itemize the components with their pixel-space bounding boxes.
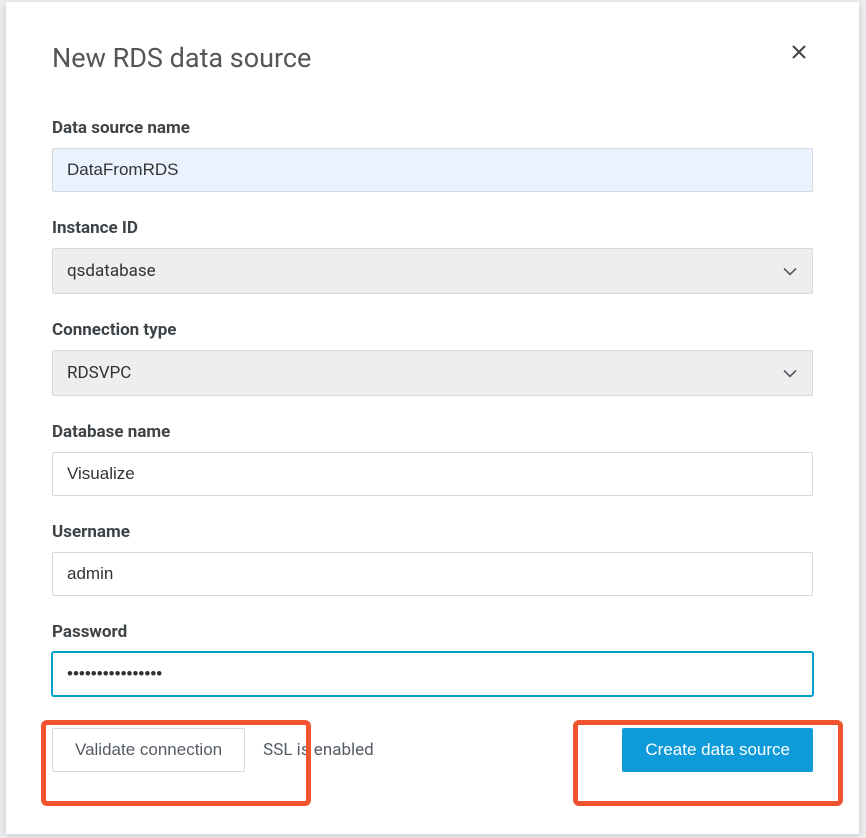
close-icon	[791, 40, 807, 65]
modal-footer: Validate connection SSL is enabled Creat…	[52, 728, 813, 772]
database-name-label: Database name	[52, 422, 813, 442]
field-database-name: Database name	[52, 422, 813, 496]
connection-type-label: Connection type	[52, 320, 813, 340]
username-input[interactable]	[52, 552, 813, 596]
modal-header: New RDS data source	[52, 42, 813, 74]
create-data-source-button[interactable]: Create data source	[622, 728, 813, 772]
close-button[interactable]	[785, 42, 813, 64]
modal-title: New RDS data source	[52, 42, 311, 74]
field-username: Username	[52, 522, 813, 596]
instance-id-select[interactable]: qsdatabase	[52, 248, 813, 294]
validate-connection-button[interactable]: Validate connection	[52, 728, 245, 772]
username-label: Username	[52, 522, 813, 542]
ssl-status-text: SSL is enabled	[263, 740, 374, 760]
field-password: Password	[52, 622, 813, 696]
field-connection-type: Connection type RDSVPC	[52, 320, 813, 396]
data-source-name-label: Data source name	[52, 118, 813, 138]
instance-id-value: qsdatabase	[67, 261, 156, 281]
data-source-name-input[interactable]	[52, 148, 813, 192]
database-name-input[interactable]	[52, 452, 813, 496]
password-input[interactable]	[52, 652, 813, 696]
field-instance-id: Instance ID qsdatabase	[52, 218, 813, 294]
footer-left: Validate connection SSL is enabled	[52, 728, 374, 772]
password-label: Password	[52, 622, 813, 642]
connection-type-select[interactable]: RDSVPC	[52, 350, 813, 396]
connection-type-value: RDSVPC	[67, 363, 131, 383]
instance-id-label: Instance ID	[52, 218, 813, 238]
field-data-source-name: Data source name	[52, 118, 813, 192]
new-rds-data-source-modal: New RDS data source Data source name Ins…	[6, 2, 859, 834]
